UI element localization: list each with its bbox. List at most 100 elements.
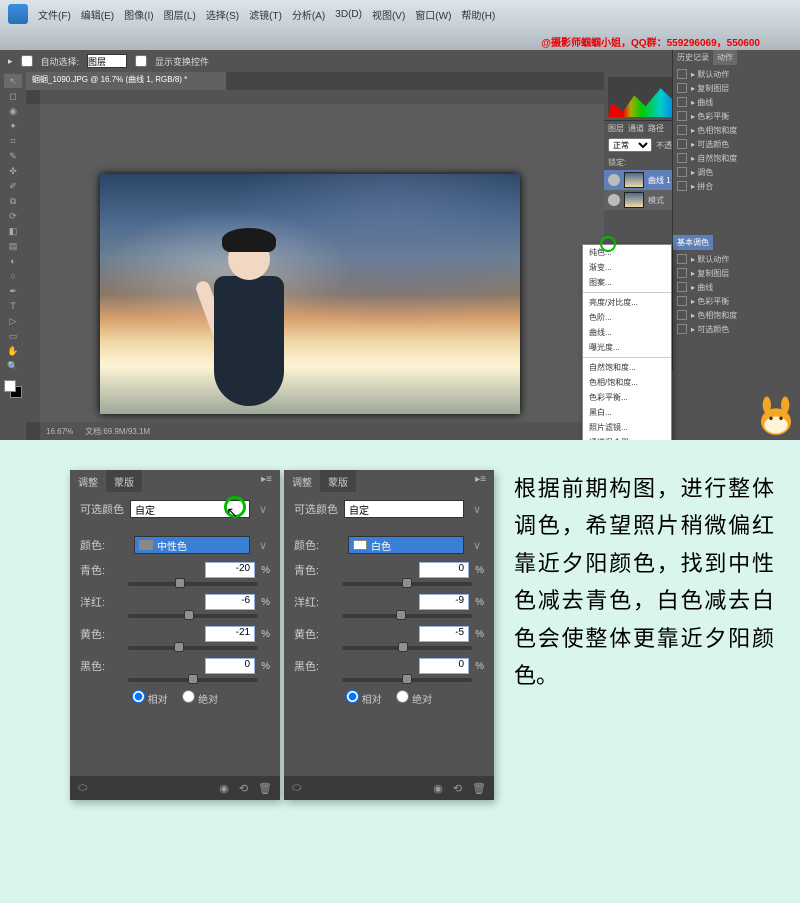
type-tool[interactable]: T — [4, 299, 22, 313]
action-item[interactable]: ▸ 曲线 — [691, 97, 713, 108]
trash-icon[interactable]: 🗑 — [472, 782, 486, 795]
move-tool[interactable]: ↖ — [4, 74, 22, 88]
action-item[interactable]: ▸ 自然饱和度 — [691, 153, 737, 164]
menu-item[interactable]: 图层(L) — [164, 7, 196, 22]
layers-tab[interactable]: 图层 — [608, 123, 624, 134]
path-tool[interactable]: ▷ — [4, 314, 22, 328]
menu-item-pattern[interactable]: 图案... — [583, 275, 671, 290]
action-item[interactable]: ▸ 色相饱和度 — [691, 125, 737, 136]
action-item[interactable]: ▸ 复制图层 — [691, 83, 729, 94]
slider-thumb[interactable] — [188, 674, 198, 684]
brush-tool[interactable]: ✐ — [4, 179, 22, 193]
heal-tool[interactable]: ✜ — [4, 164, 22, 178]
slider-track[interactable] — [342, 678, 472, 682]
action-item[interactable]: ▸ 曲线 — [691, 282, 713, 293]
actions-tab[interactable]: 动作 — [713, 50, 737, 65]
menu-item-photofilter[interactable]: 照片滤镜... — [583, 420, 671, 435]
slider-value[interactable]: 0 — [419, 562, 469, 578]
slider-track[interactable] — [128, 678, 258, 682]
chevron-down-icon[interactable]: ∨ — [470, 503, 484, 516]
shape-tool[interactable]: ▭ — [4, 329, 22, 343]
mask-tab[interactable]: 蒙版 — [106, 470, 142, 492]
slider-value[interactable]: -21 — [205, 626, 255, 642]
color-select[interactable]: 白色 — [348, 536, 464, 554]
reset-icon[interactable]: ⟲ — [239, 782, 248, 795]
visibility-icon[interactable] — [608, 174, 620, 186]
transform-check[interactable] — [135, 54, 147, 68]
slider-value[interactable]: 0 — [205, 658, 255, 674]
mask-tab[interactable]: 蒙版 — [320, 470, 356, 492]
paths-tab[interactable]: 路径 — [648, 123, 664, 134]
menu-item[interactable]: 帮助(H) — [461, 7, 495, 22]
menu-item[interactable]: 视图(V) — [372, 7, 405, 22]
slider-thumb[interactable] — [174, 642, 184, 652]
dodge-tool[interactable]: ○ — [4, 269, 22, 283]
menu-item-bc[interactable]: 亮度/对比度... — [583, 295, 671, 310]
chevron-down-icon[interactable]: ∨ — [256, 503, 270, 516]
menu-item[interactable]: 滤镜(T) — [249, 7, 282, 22]
menu-item-gradient[interactable]: 渐变... — [583, 260, 671, 275]
gradient-tool[interactable]: ▤ — [4, 239, 22, 253]
crop-tool[interactable]: ⌗ — [4, 134, 22, 148]
action-item[interactable]: ▸ 色相饱和度 — [691, 310, 737, 321]
menu-item[interactable]: 编辑(E) — [81, 7, 114, 22]
pen-tool[interactable]: ✒ — [4, 284, 22, 298]
slider-value[interactable]: -20 — [205, 562, 255, 578]
slider-thumb[interactable] — [402, 674, 412, 684]
menu-item[interactable]: 文件(F) — [38, 7, 71, 22]
slider-thumb[interactable] — [396, 610, 406, 620]
slider-track[interactable] — [342, 582, 472, 586]
action-item[interactable]: ▸ 调色 — [691, 167, 713, 178]
clip-icon[interactable]: ⬭ — [292, 782, 301, 795]
slider-value[interactable]: -6 — [205, 594, 255, 610]
clip-icon[interactable]: ⬭ — [78, 782, 87, 795]
action-item[interactable]: ▸ 默认动作 — [691, 254, 729, 265]
slider-track[interactable] — [342, 614, 472, 618]
panel-menu-icon[interactable]: ▸≡ — [475, 474, 486, 485]
target-input[interactable] — [87, 54, 127, 68]
slider-value[interactable]: -9 — [419, 594, 469, 610]
trash-icon[interactable]: 🗑 — [258, 782, 272, 795]
adjust-tab[interactable]: 调整 — [70, 470, 106, 492]
menu-item-hsl[interactable]: 色相/饱和度... — [583, 375, 671, 390]
menu-item[interactable]: 图像(I) — [124, 7, 153, 22]
canvas[interactable] — [40, 104, 604, 422]
slider-thumb[interactable] — [175, 578, 185, 588]
prev-icon[interactable]: ◉ — [433, 782, 443, 795]
channels-tab[interactable]: 通道 — [628, 123, 644, 134]
panel-menu-icon[interactable]: ▸≡ — [261, 474, 272, 485]
slider-thumb[interactable] — [398, 642, 408, 652]
menu-item[interactable]: 3D(D) — [335, 9, 362, 20]
menu-item-vibrance[interactable]: 自然饱和度... — [583, 360, 671, 375]
marquee-tool[interactable]: ◻ — [4, 89, 22, 103]
history-tool[interactable]: ⟳ — [4, 209, 22, 223]
wand-tool[interactable]: ✦ — [4, 119, 22, 133]
menu-item[interactable]: 窗口(W) — [415, 7, 451, 22]
menu-item[interactable]: 分析(A) — [292, 7, 325, 22]
hand-tool[interactable]: ✋ — [4, 344, 22, 358]
menu-item-curves[interactable]: 曲线... — [583, 325, 671, 340]
slider-value[interactable]: -5 — [419, 626, 469, 642]
color-select[interactable]: 中性色 — [134, 536, 250, 554]
slider-thumb[interactable] — [184, 610, 194, 620]
relative-radio[interactable]: 相对 — [346, 695, 382, 706]
menu-item-colorbal[interactable]: 色彩平衡... — [583, 390, 671, 405]
auto-select-check[interactable] — [21, 54, 33, 68]
prev-icon[interactable]: ◉ — [219, 782, 229, 795]
action-item[interactable]: ▸ 复制图层 — [691, 268, 729, 279]
action-item[interactable]: ▸ 可选颜色 — [691, 139, 729, 150]
menu-item-solid[interactable]: 纯色... — [583, 245, 671, 260]
menu-item-bw[interactable]: 黑白... — [583, 405, 671, 420]
slider-track[interactable] — [128, 614, 258, 618]
zoom-tool[interactable]: 🔍 — [4, 359, 22, 373]
slider-track[interactable] — [342, 646, 472, 650]
visibility-icon[interactable] — [608, 194, 620, 206]
chevron-down-icon[interactable]: ∨ — [470, 539, 484, 552]
actionset-title[interactable]: 基本调色 — [673, 235, 713, 250]
slider-track[interactable] — [128, 646, 258, 650]
preset-select[interactable]: 自定 — [344, 500, 464, 518]
document-tab[interactable]: 蝈蝈_1090.JPG @ 16.7% (曲线 1, RGB/8) * — [26, 72, 226, 90]
action-item[interactable]: ▸ 色彩平衡 — [691, 111, 729, 122]
menu-item-exposure[interactable]: 曝光度... — [583, 340, 671, 355]
absolute-radio[interactable]: 绝对 — [396, 695, 432, 706]
